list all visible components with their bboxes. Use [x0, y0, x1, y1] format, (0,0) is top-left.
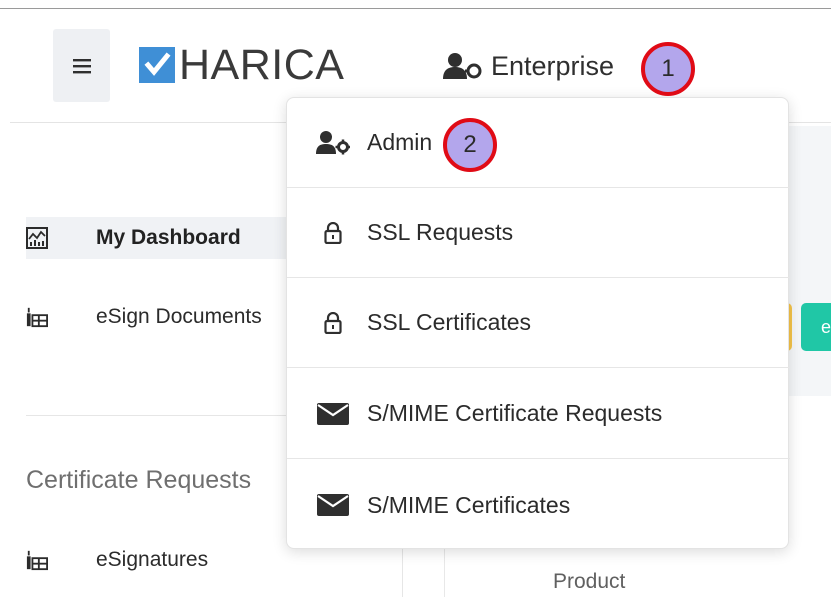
main-card: [789, 126, 831, 396]
sidebar-item-label: My Dashboard: [96, 226, 241, 249]
menu-item-admin[interactable]: Admin: [287, 98, 790, 188]
envelope-icon: [315, 491, 351, 519]
step-callout-1: 1: [641, 42, 695, 96]
user-gear-icon: [315, 129, 351, 157]
menu-item-label: S/MIME Certificate Requests: [367, 400, 663, 426]
lock-icon: [315, 309, 351, 337]
esign-icon: [26, 549, 48, 571]
logo-check-icon: [139, 47, 175, 83]
logo-text: HARICA: [179, 41, 345, 89]
sidebar-item-label: eSignatures: [96, 548, 209, 571]
menu-item-label: SSL Certificates: [367, 309, 532, 335]
menu-item-label: S/MIME Certificates: [367, 491, 571, 518]
sidebar-item-esign-documents[interactable]: eSign Documents: [26, 296, 262, 338]
dashboard-chart-icon: [26, 227, 48, 249]
user-key-icon: [443, 53, 482, 79]
menu-item-label: Admin: [367, 129, 433, 155]
menu-item-ssl-requests[interactable]: SSL Requests: [287, 188, 790, 278]
hamburger-menu-icon: [72, 58, 91, 73]
menu-item-ssl-certificates[interactable]: SSL Certificates: [287, 278, 790, 368]
menu-item-smime-certificates[interactable]: S/MIME Certificates: [287, 460, 790, 550]
sidebar-item-esignatures[interactable]: eSignatures: [26, 539, 208, 581]
enterprise-label: Enterprise: [491, 50, 615, 81]
sidebar-item-label: eSign Documents: [96, 305, 262, 328]
sidebar-section-heading: Certificate Requests: [26, 466, 252, 494]
teal-action-button[interactable]: e: [801, 303, 831, 351]
enterprise-menu-toggle[interactable]: Enterprise: [443, 48, 614, 84]
lock-icon: [315, 219, 351, 247]
menu-item-smime-certificate-requests[interactable]: S/MIME Certificate Requests: [287, 369, 790, 459]
harica-logo[interactable]: HARICA: [139, 41, 345, 89]
esign-icon: [26, 306, 48, 328]
enterprise-dropdown-menu: Admin SSL Requests SSL Certificates S/MI…: [286, 97, 790, 550]
menu-item-label: SSL Requests: [367, 219, 514, 245]
sidebar-item-my-dashboard[interactable]: My Dashboard: [26, 217, 296, 259]
step-callout-2: 2: [443, 118, 497, 172]
envelope-icon: [315, 400, 351, 428]
product-column-header: Product: [553, 570, 626, 593]
hamburger-menu-button[interactable]: [53, 29, 110, 102]
